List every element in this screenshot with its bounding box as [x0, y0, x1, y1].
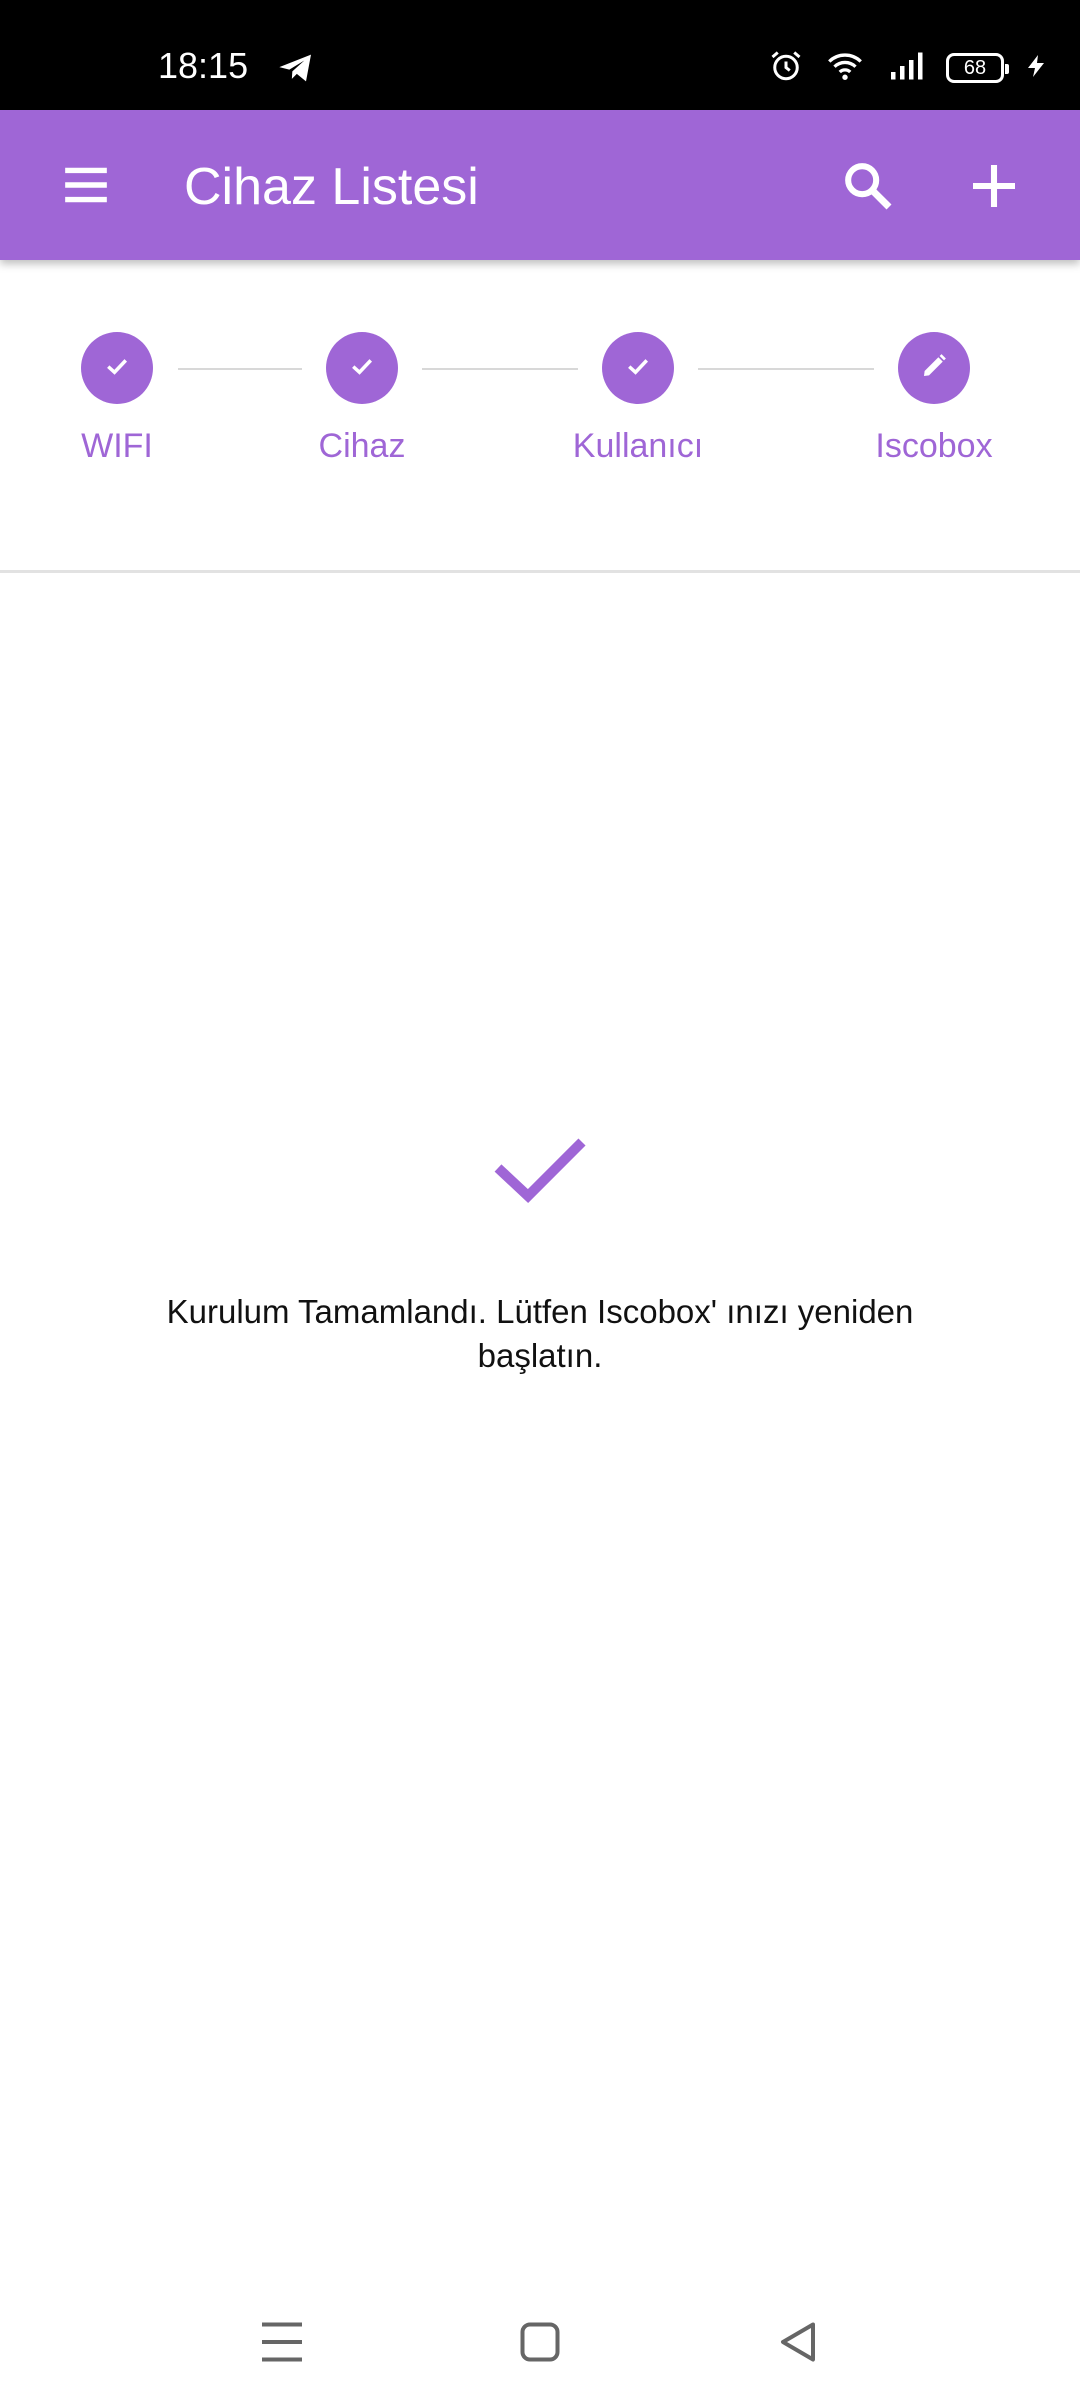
charging-icon [1024, 48, 1048, 89]
wifi-icon [824, 48, 866, 89]
edit-icon [919, 351, 949, 386]
step-label: Kullanıcı [572, 427, 704, 465]
recents-icon[interactable] [252, 2312, 312, 2372]
search-icon[interactable] [840, 158, 896, 214]
signal-icon [886, 48, 926, 89]
step-wifi[interactable]: WIFI [17, 332, 217, 466]
step-label: Iscobox [875, 427, 993, 465]
step-label: WIFI [81, 427, 153, 465]
status-bar: 18:15 68 [0, 0, 1080, 110]
step-label: Cihaz [318, 427, 406, 465]
battery-level: 68 [963, 57, 987, 79]
step-circle [81, 332, 153, 404]
check-icon [347, 351, 377, 386]
check-icon [623, 351, 653, 386]
step-cihaz[interactable]: Cihaz [262, 332, 462, 466]
setup-stepper: WIFI Cihaz Kullanıcı Iscobox [0, 260, 1080, 572]
status-icons: 68 [768, 44, 1048, 92]
step-circle [602, 332, 674, 404]
telegram-icon [276, 48, 316, 88]
check-icon [490, 1130, 590, 1210]
page-title: Cihaz Listesi [184, 158, 479, 216]
home-icon[interactable] [510, 2312, 570, 2372]
add-icon[interactable] [966, 158, 1022, 214]
app-bar: Cihaz Listesi [0, 110, 1080, 260]
system-nav-bar [0, 2290, 1080, 2400]
divider [0, 570, 1080, 573]
battery-icon: 68 [946, 53, 1009, 83]
step-circle [898, 332, 970, 404]
check-icon [102, 351, 132, 386]
alarm-icon [768, 48, 804, 89]
status-time: 18:15 [158, 45, 249, 86]
completion-message: Kurulum Tamamlandı. Lütfen Iscobox' ınız… [166, 1293, 914, 1374]
back-icon[interactable] [768, 2312, 828, 2372]
menu-icon[interactable] [56, 160, 116, 210]
step-circle [326, 332, 398, 404]
step-iscobox[interactable]: Iscobox [834, 332, 1034, 466]
step-kullanici[interactable]: Kullanıcı [538, 332, 738, 466]
